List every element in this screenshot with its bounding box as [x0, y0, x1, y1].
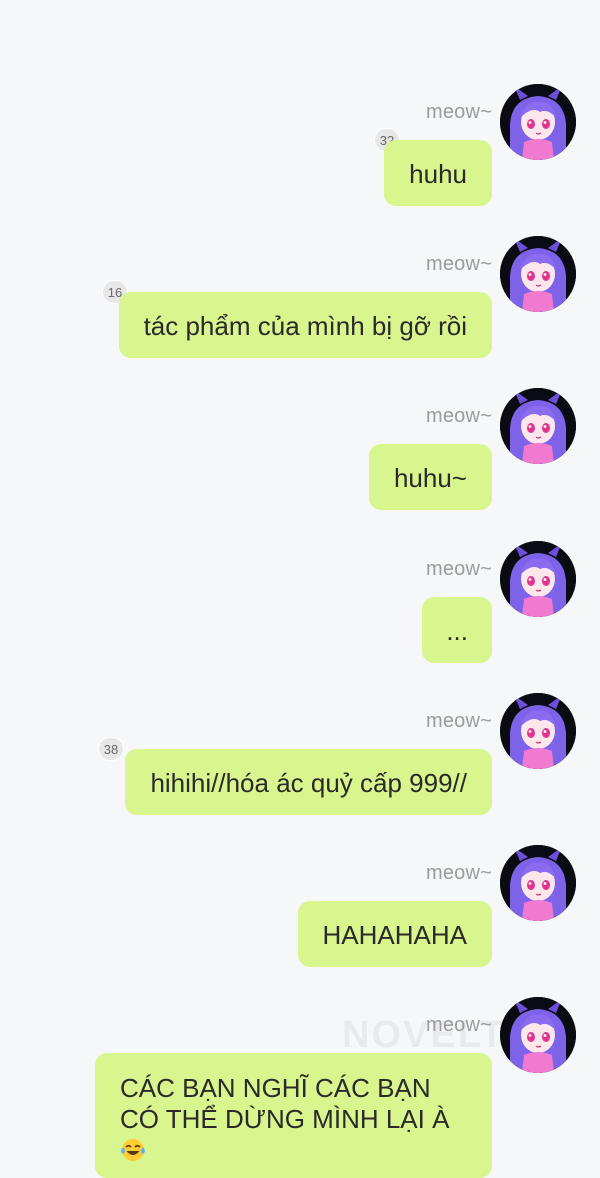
avatar[interactable]: [500, 693, 576, 769]
chat-thread: NOVELTO meow~ 32 huhu meow~ 16 tác phẩm …: [0, 0, 600, 1178]
message-text: ...: [446, 616, 468, 646]
sender-name: meow~: [425, 253, 492, 275]
message-bubble[interactable]: CÁC BẠN NGHĨ CÁC BẠN CÓ THỂ DỪNG MÌNH LẠ…: [95, 1053, 492, 1178]
avatar[interactable]: [500, 997, 576, 1073]
sender-name: meow~: [425, 862, 492, 884]
message-text: hihihi//hóa ác quỷ cấp 999//: [150, 768, 467, 798]
reaction-count-badge[interactable]: 38: [98, 737, 124, 761]
avatar[interactable]: [500, 388, 576, 464]
message-bubble[interactable]: hihihi//hóa ác quỷ cấp 999//: [125, 749, 492, 815]
avatar-image: [500, 845, 576, 921]
avatar[interactable]: [500, 84, 576, 160]
message-text: huhu: [409, 159, 467, 189]
sender-name: meow~: [425, 1014, 492, 1036]
message-bubble[interactable]: huhu~: [368, 444, 492, 510]
avatar-image: [500, 236, 576, 312]
avatar[interactable]: [500, 845, 576, 921]
message-text: HAHAHAHA: [322, 920, 467, 950]
message-bubble[interactable]: HAHAHAHA: [297, 901, 492, 967]
message-bubble[interactable]: huhu: [384, 140, 492, 206]
avatar[interactable]: [500, 541, 576, 617]
sender-name: meow~: [425, 710, 492, 732]
avatar-image: [500, 997, 576, 1073]
avatar-image: [500, 84, 576, 160]
message-text: huhu~: [393, 463, 467, 493]
avatar-image: [500, 693, 576, 769]
message-text: CÁC BẠN NGHĨ CÁC BẠN CÓ THỂ DỪNG MÌNH LẠ…: [120, 1073, 450, 1134]
message-bubble[interactable]: tác phẩm của mình bị gỡ rồi: [118, 292, 492, 358]
face-with-tears-of-joy-icon: [121, 1139, 145, 1161]
avatar[interactable]: [500, 236, 576, 312]
message-bubble[interactable]: ...: [422, 597, 492, 663]
message-text: tác phẩm của mình bị gỡ rồi: [143, 311, 467, 341]
sender-name: meow~: [425, 405, 492, 427]
avatar-image: [500, 388, 576, 464]
sender-name: meow~: [425, 558, 492, 580]
avatar-image: [500, 541, 576, 617]
sender-name: meow~: [425, 101, 492, 123]
